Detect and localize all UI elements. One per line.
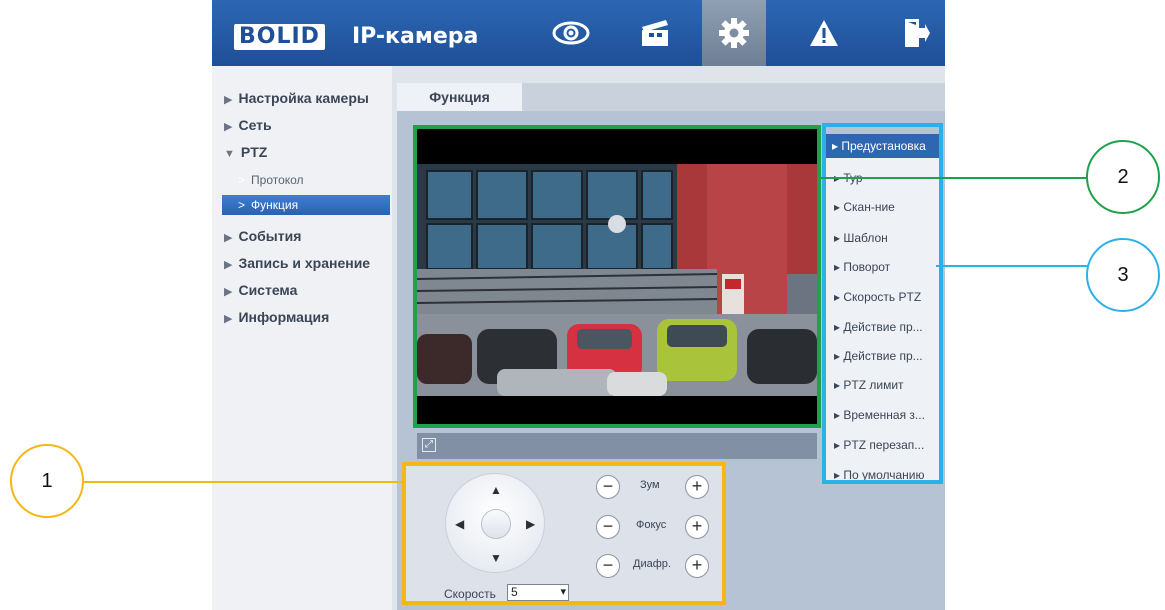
highlight-video-area	[413, 125, 821, 428]
nav-label: PTZ	[240, 144, 268, 160]
alarm-button[interactable]	[792, 0, 856, 66]
nav-label: Система	[238, 282, 298, 298]
left-navigation: ▶ Настройка камеры ▶ Сеть ▼ PTZ > Протокол >…	[212, 66, 392, 610]
live-view-button[interactable]	[539, 0, 603, 66]
nav-label: Информация	[238, 309, 330, 325]
chevron-right-icon: >	[238, 198, 246, 212]
nav-ptz-protocol[interactable]: > Протокол	[238, 173, 304, 187]
callout-2: 2	[1086, 140, 1160, 214]
nav-ptz-function[interactable]: > Функция	[222, 195, 390, 215]
logout-icon	[905, 19, 930, 47]
tab-bar: Функция	[397, 83, 945, 111]
callout-2-leader	[817, 177, 1088, 179]
tab-function[interactable]: Функция	[397, 83, 522, 111]
chevron-right-icon: >	[238, 173, 246, 187]
callout-3: 3	[1086, 238, 1160, 312]
expand-arrow-icon: ▶	[224, 286, 233, 298]
nav-system[interactable]: ▶ Система	[224, 282, 297, 298]
nav-sub-label: Протокол	[251, 173, 304, 187]
nav-label: Сеть	[238, 117, 272, 133]
expand-arrow-icon: ▶	[224, 94, 233, 106]
eye-icon	[552, 21, 590, 45]
nav-sub-label: Функция	[251, 198, 299, 212]
fullscreen-icon[interactable]: ⤢	[422, 438, 436, 452]
collapse-arrow-icon: ▼	[224, 148, 235, 160]
expand-arrow-icon: ▶	[224, 259, 233, 271]
expand-arrow-icon: ▶	[224, 121, 233, 133]
nav-camera-settings[interactable]: ▶ Настройка камеры	[224, 90, 369, 106]
nav-record-storage[interactable]: ▶ Запись и хранение	[224, 255, 370, 271]
nav-label: Настройка камеры	[238, 90, 369, 106]
nav-label: События	[238, 228, 302, 244]
playback-button[interactable]	[623, 0, 687, 66]
callout-1: 1	[10, 444, 84, 518]
highlight-ptz-controls	[402, 462, 726, 605]
callout-3-leader	[936, 265, 1088, 267]
video-toolbar: ⤢	[417, 433, 817, 459]
nav-network[interactable]: ▶ Сеть	[224, 117, 272, 133]
expand-arrow-icon: ▶	[224, 232, 233, 244]
bolid-logo: BOLID	[234, 24, 325, 50]
nav-information[interactable]: ▶ Информация	[224, 309, 329, 325]
top-bar: BOLID IP-камера	[212, 0, 945, 66]
gear-icon	[719, 18, 749, 48]
clapperboard-icon	[642, 20, 668, 46]
logout-button[interactable]	[884, 0, 945, 66]
nav-label: Запись и хранение	[238, 255, 371, 271]
nav-events[interactable]: ▶ События	[224, 228, 301, 244]
nav-ptz[interactable]: ▼ PTZ	[224, 144, 267, 160]
app-title: IP-камера	[352, 24, 479, 49]
warning-icon	[810, 20, 838, 46]
callout-1-leader	[84, 481, 402, 483]
expand-arrow-icon: ▶	[224, 313, 233, 325]
settings-button[interactable]	[702, 0, 766, 66]
